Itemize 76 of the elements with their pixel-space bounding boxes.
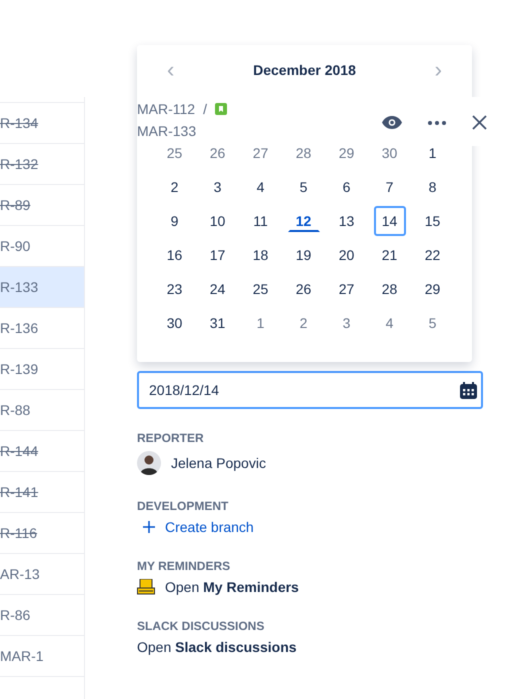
calendar-day[interactable]: 28 (374, 278, 406, 300)
issue-row[interactable]: R-116 (0, 513, 84, 554)
calendar-day[interactable]: 15 (416, 210, 448, 232)
issue-row[interactable]: R-136 (0, 308, 84, 349)
bookmark-icon (214, 103, 227, 115)
issue-row[interactable]: R-141 (0, 472, 84, 513)
calendar-day[interactable]: 5 (288, 176, 320, 198)
close-icon[interactable] (472, 115, 487, 130)
section-label: MY REMINDERS (137, 559, 232, 573)
calendar-day[interactable]: 28 (288, 142, 320, 164)
issue-row[interactable]: R-133 (0, 267, 84, 308)
breadcrumb-separator: / (203, 101, 207, 117)
calendar-day[interactable]: 29 (416, 278, 448, 300)
issue-row[interactable]: AR-13 (0, 554, 84, 595)
avatar (137, 451, 161, 475)
calendar-day[interactable]: 13 (330, 210, 362, 232)
calendar-day[interactable]: 30 (374, 142, 406, 164)
more-icon[interactable] (428, 120, 446, 124)
calendar-day[interactable]: 2 (288, 312, 320, 334)
calendar-day[interactable]: 30 (158, 312, 190, 334)
calendar-day[interactable]: 26 (202, 142, 234, 164)
issue-row[interactable]: R-139 (0, 349, 84, 390)
month-title: December 2018 (253, 62, 356, 78)
calendar-day[interactable]: 11 (244, 210, 276, 232)
calendar-day[interactable]: 5 (416, 312, 448, 334)
calendar-icon[interactable] (460, 382, 477, 398)
selected-day[interactable]: 14 (374, 206, 406, 236)
due-date-field[interactable]: 2018/12/14 (137, 371, 483, 409)
issue-row[interactable]: R-89 (0, 185, 84, 226)
calendar-day[interactable]: 1 (416, 142, 448, 164)
issue-row[interactable]: R-132 (0, 144, 84, 185)
create-branch-link[interactable]: Create branch (137, 519, 517, 535)
calendar-day[interactable]: 27 (244, 142, 276, 164)
plus-icon (143, 521, 155, 533)
calendar-day[interactable]: 16 (158, 244, 190, 266)
calendar-day[interactable]: 18 (244, 244, 276, 266)
calendar-day[interactable]: 4 (244, 176, 276, 198)
calendar-day[interactable]: 8 (416, 176, 448, 198)
calendar-day[interactable]: 1 (244, 312, 276, 334)
issue-row[interactable]: R-86 (0, 595, 84, 636)
calendar-day[interactable]: 3 (202, 176, 234, 198)
calendar-day[interactable]: 12 (288, 210, 320, 232)
calendar-day[interactable]: 25 (244, 278, 276, 300)
issue-row[interactable]: MAR-1 (0, 636, 84, 677)
calendar-day[interactable]: 21 (374, 244, 406, 266)
section-label: SLACK DISCUSSIONS (137, 619, 266, 633)
calendar-day[interactable]: 19 (288, 244, 320, 266)
calendar-day[interactable]: 2 (158, 176, 190, 198)
issue-row[interactable]: R-144 (0, 431, 84, 472)
calendar-day[interactable]: 22 (416, 244, 448, 266)
issue-key-link[interactable]: MAR-133 (137, 123, 227, 139)
calendar-day[interactable]: 10 (202, 210, 234, 232)
calendar-day[interactable]: 29 (330, 142, 362, 164)
issue-row[interactable]: R-134 (0, 102, 84, 144)
calendar-day[interactable]: 27 (330, 278, 362, 300)
parent-issue-link[interactable]: MAR-112 (137, 101, 196, 117)
calendar-day[interactable]: 6 (330, 176, 362, 198)
calendar-day[interactable]: 23 (158, 278, 190, 300)
calendar-day[interactable]: 25 (158, 142, 190, 164)
section-label: REPORTER (137, 431, 205, 445)
reporter-name: Jelena Popovic (171, 455, 266, 471)
calendar-day[interactable]: 4 (374, 312, 406, 334)
my-reminders-link[interactable]: Open My Reminders (165, 579, 299, 595)
calendar-day[interactable]: 26 (288, 278, 320, 300)
calendar-day[interactable]: 7 (374, 176, 406, 198)
issue-row[interactable]: R-88 (0, 390, 84, 431)
calendar-day[interactable]: 9 (158, 210, 190, 232)
calendar-day[interactable]: 24 (202, 278, 234, 300)
calendar-day[interactable]: 31 (202, 312, 234, 334)
calendar-day[interactable]: 20 (330, 244, 362, 266)
calendar-day[interactable]: 17 (202, 244, 234, 266)
watch-icon[interactable] (382, 116, 402, 129)
slack-discussions-link[interactable]: Open Slack discussions (137, 639, 517, 655)
section-label: DEVELOPMENT (137, 499, 230, 513)
calendar-day[interactable]: 3 (330, 312, 362, 334)
reminder-icon (137, 579, 155, 595)
